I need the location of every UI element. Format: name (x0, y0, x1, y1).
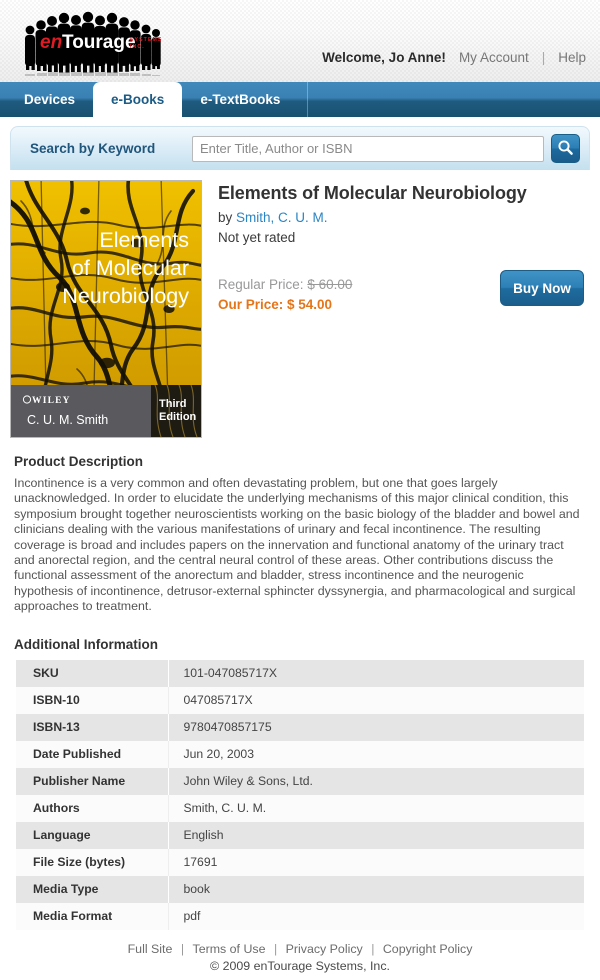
svg-text:INC.: INC. (130, 44, 145, 50)
tab-devices[interactable]: Devices (6, 82, 93, 117)
table-row: SKU 101-047085717X (16, 659, 584, 687)
tab-ebooks[interactable]: e-Books (93, 82, 183, 117)
search-section: Search by Keyword (0, 117, 600, 170)
row-value: 101-047085717X (183, 666, 278, 681)
footer-link-privacy-policy[interactable]: Privacy Policy (286, 942, 363, 956)
site-header: en Tourage SYSTEMS INC. Welcome, Jo Anne… (0, 0, 600, 82)
cover-author: C. U. M. Smith (27, 413, 108, 427)
row-label: SKU (16, 659, 169, 687)
regular-price-amount: $ 60.00 (307, 277, 353, 293)
row-label: Publisher Name (16, 767, 169, 795)
header-separator: | (541, 50, 546, 65)
row-value: English (183, 828, 224, 843)
row-label: ISBN-13 (16, 713, 169, 741)
cover-title-line1: Elements (99, 228, 189, 252)
table-row: Language English (16, 821, 584, 849)
table-row: Authors Smith, C. U. M. (16, 794, 584, 822)
search-label: Search by Keyword (30, 141, 156, 156)
header-user-links: Welcome, Jo Anne! My Account | Help (322, 50, 586, 65)
search-icon (557, 139, 574, 159)
table-row: File Size (bytes) 17691 (16, 848, 584, 876)
footer-separator: | (180, 942, 185, 956)
search-button[interactable] (551, 134, 580, 163)
footer-link-terms-of-use[interactable]: Terms of Use (193, 942, 266, 956)
row-label: ISBN-10 (16, 686, 169, 714)
row-value: pdf (183, 909, 201, 924)
table-row: Date Published Jun 20, 2003 (16, 740, 584, 768)
row-value: book (183, 882, 210, 897)
search-panel: Search by Keyword (10, 126, 590, 170)
welcome-message: Welcome, Jo Anne! (322, 50, 446, 65)
row-value: Jun 20, 2003 (183, 747, 254, 762)
cover-edition-line2: Edition (159, 411, 197, 423)
additional-information-heading: Additional Information (14, 636, 158, 652)
page-title: Elements of Molecular Neurobiology (218, 183, 527, 203)
regular-price-label: Regular Price: (218, 277, 304, 293)
row-label: Media Format (16, 902, 169, 930)
row-value: 17691 (183, 855, 218, 870)
book-cover-image: Elements of Molecular Neurobiology WILEY… (10, 180, 202, 438)
cover-title-line3: Neurobiology (62, 284, 189, 308)
row-value: 9780470857175 (183, 720, 272, 735)
additional-information-table: SKU 101-047085717X ISBN-10 047085717X IS… (16, 659, 584, 930)
table-row: Media Format pdf (16, 902, 584, 930)
tab-etextbooks[interactable]: e-TextBooks (182, 82, 298, 117)
row-label: Media Type (16, 875, 169, 903)
footer-separator: | (273, 942, 278, 956)
product-description-heading: Product Description (14, 454, 144, 469)
main-navigation-tabs: Devices e-Books e-TextBooks (0, 82, 600, 117)
product-description-body: Incontinence is a very common and often … (14, 476, 580, 614)
row-label: File Size (bytes) (16, 848, 169, 876)
tab-divider (307, 82, 309, 117)
product-info: Elements of Molecular Neurobiology by Sm… (202, 180, 590, 438)
entourage-logo[interactable]: en Tourage SYSTEMS INC. (18, 8, 168, 76)
row-label: Language (16, 821, 169, 849)
my-account-link[interactable]: My Account (459, 50, 529, 65)
row-value: Smith, C. U. M. (183, 801, 267, 816)
page-root: en Tourage SYSTEMS INC. Welcome, Jo Anne… (0, 0, 600, 980)
svg-text:SYSTEMS: SYSTEMS (130, 37, 163, 43)
footer-link-copyright-policy[interactable]: Copyright Policy (383, 942, 473, 956)
footer-link-full-site[interactable]: Full Site (128, 942, 173, 956)
rating-text: Not yet rated (218, 230, 296, 246)
table-row: ISBN-13 9780470857175 (16, 713, 584, 741)
table-row: ISBN-10 047085717X (16, 686, 584, 714)
row-label: Authors (16, 794, 169, 822)
search-input[interactable] (192, 135, 544, 162)
table-body: SKU 101-047085717X ISBN-10 047085717X IS… (16, 659, 584, 930)
footer-separator: | (371, 942, 375, 956)
row-value: John Wiley & Sons, Ltd. (183, 774, 313, 789)
product-detail: Elements of Molecular Neurobiology WILEY… (0, 170, 600, 438)
row-label: Date Published (16, 740, 169, 768)
table-row: Media Type book (16, 875, 584, 903)
table-row: Publisher Name John Wiley & Sons, Ltd. (16, 767, 584, 795)
footer-copyright: © 2009 enTourage Systems, Inc. (210, 959, 390, 973)
author-link[interactable]: Smith, C. U. M. (236, 210, 328, 225)
book-author-line: by Smith, C. U. M. (218, 210, 590, 225)
site-footer: Full Site | Terms of Use | Privacy Polic… (0, 942, 600, 973)
cover-title-line2: of Molecular (72, 256, 189, 280)
help-link[interactable]: Help (558, 50, 586, 65)
cover-edition-line1: Third (159, 398, 187, 410)
buy-now-button[interactable]: Buy Now (500, 270, 584, 306)
by-prefix: by (218, 210, 237, 226)
svg-text:Tourage: Tourage (62, 32, 136, 53)
row-value: 047085717X (183, 693, 253, 708)
footer-links: Full Site | Terms of Use | Privacy Polic… (0, 942, 600, 956)
cover-publisher: WILEY (32, 396, 71, 406)
svg-text:en: en (40, 32, 62, 53)
